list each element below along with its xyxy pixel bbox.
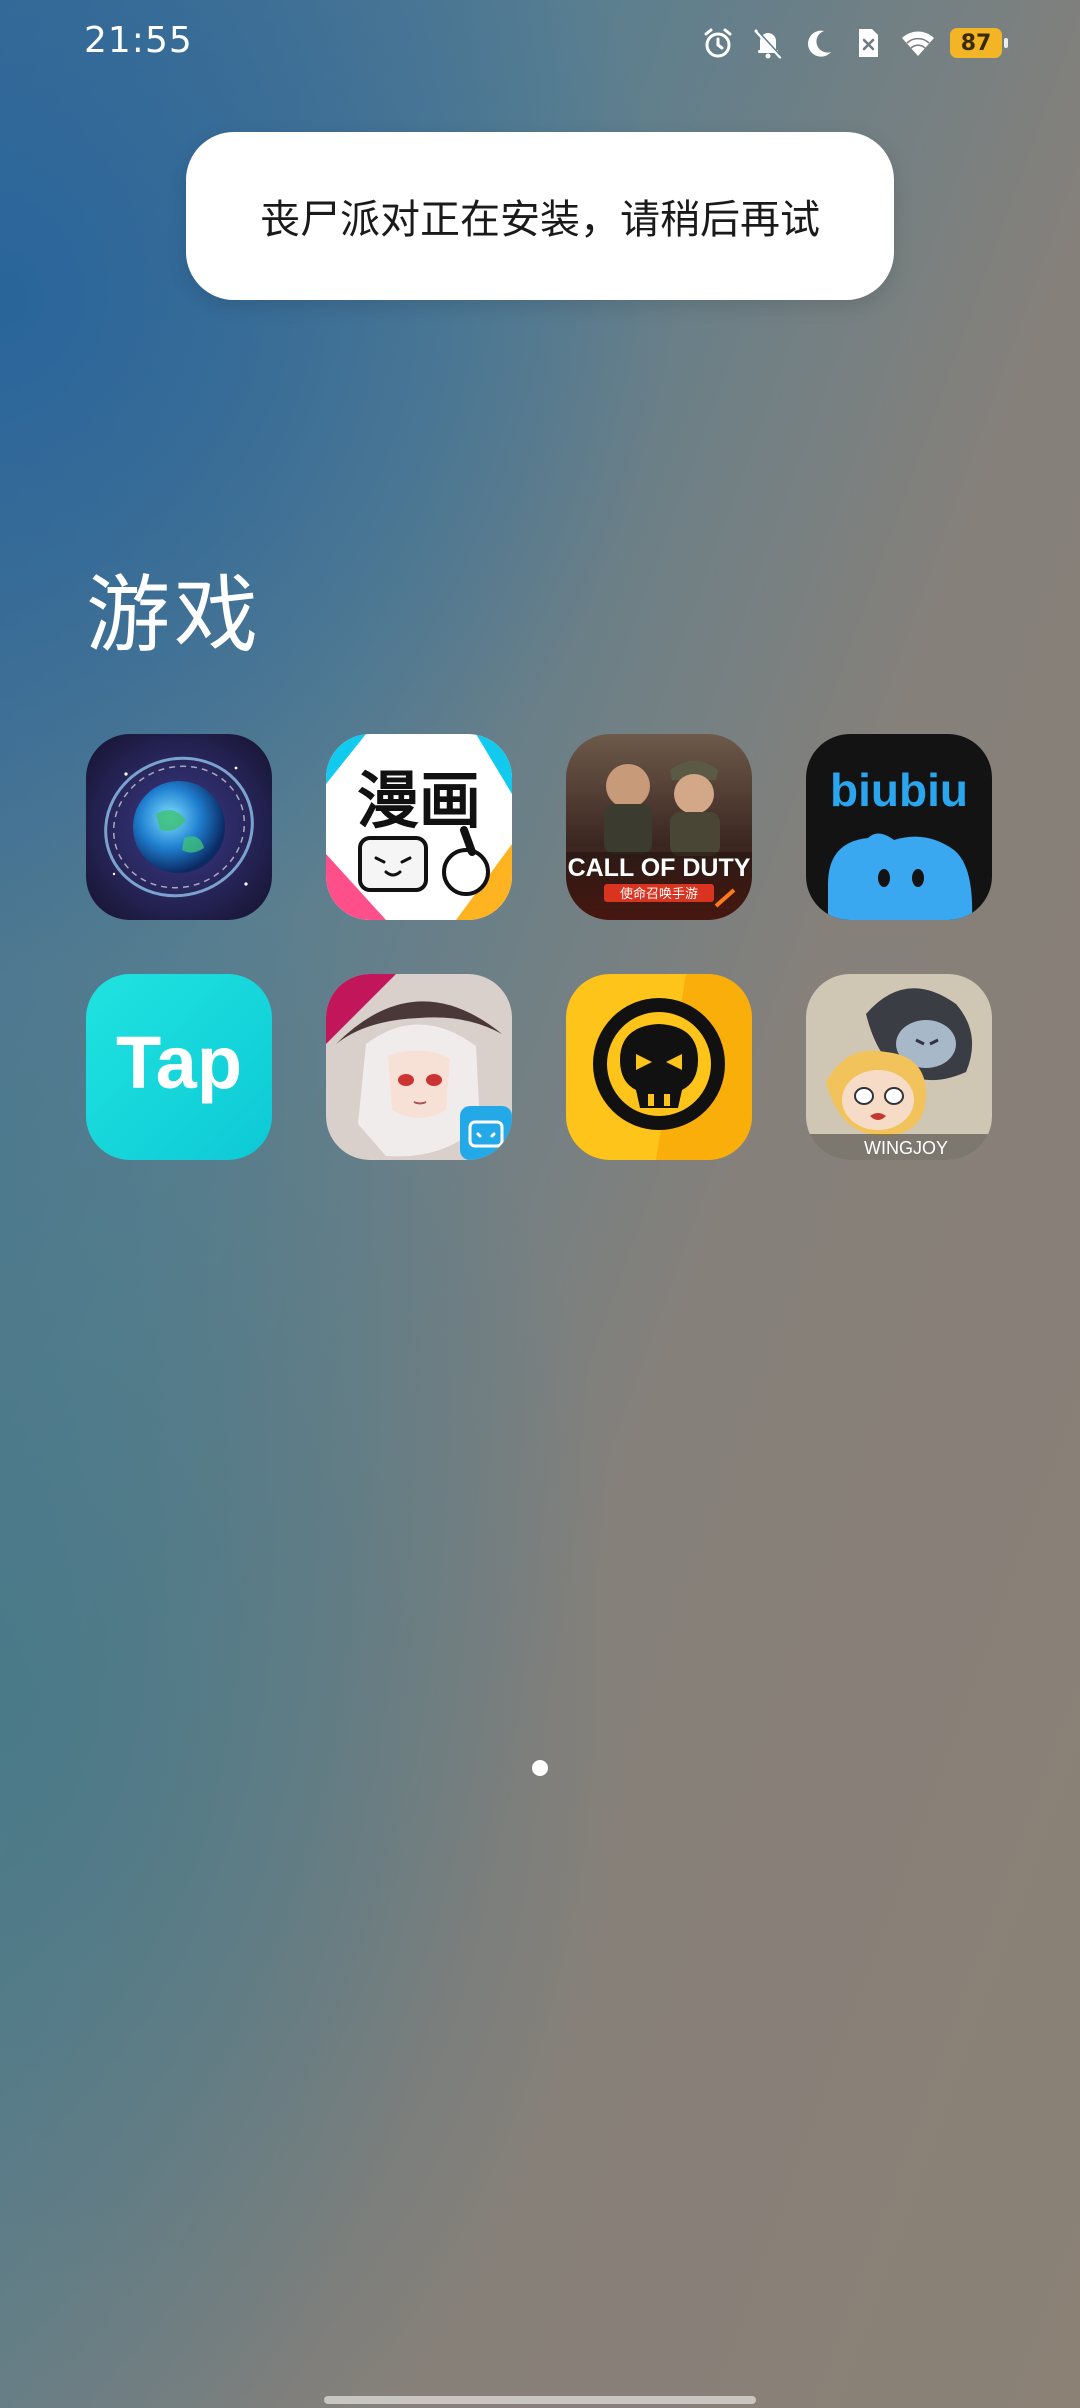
toast-notification: 丧尸派对正在安装，请稍后再试 — [186, 132, 894, 300]
taptap-icon: Tap — [86, 974, 272, 1160]
page-indicator-dot — [532, 1760, 548, 1776]
app-icon-bilibili-comics[interactable]: 漫画 — [326, 734, 512, 920]
app-icon-planet-game[interactable] — [86, 734, 272, 920]
home-screen: 21:55 87 丧尸派对正在安装，请稍后再试 游戏 漫画 CALL OF DU… — [0, 0, 1080, 2408]
app-icon-taptap[interactable]: Tap — [86, 974, 272, 1160]
battery-icon: 87 — [950, 28, 1008, 58]
biubiu-icon: biubiu — [806, 734, 992, 920]
moon-icon — [808, 30, 831, 57]
sim-off-icon — [859, 29, 878, 57]
status-icons: 87 — [700, 24, 1008, 62]
wingjoy-chibi-game-icon: WINGJOY — [806, 974, 992, 1160]
app-icon-call-of-duty[interactable]: CALL OF DUTY 使命召唤手游 — [566, 734, 752, 920]
app-icon-wingjoy-game[interactable]: WINGJOY — [806, 974, 992, 1160]
wifi-icon — [902, 31, 934, 56]
folder-title[interactable]: 游戏 — [86, 548, 262, 669]
battery-level: 87 — [960, 30, 992, 56]
status-time: 21:55 — [84, 20, 193, 61]
call-of-duty-mobile-icon: CALL OF DUTY 使命召唤手游 — [566, 734, 752, 920]
toast-message: 丧尸派对正在安装，请稍后再试 — [260, 197, 820, 243]
app-icon-biubiu[interactable]: biubiu — [806, 734, 992, 920]
anime-girl-game-icon — [326, 974, 512, 1160]
brawl-stars-icon — [566, 974, 752, 1160]
cosmic-planet-game-icon — [86, 734, 272, 920]
svg-text:漫画: 漫画 — [357, 764, 481, 837]
svg-text:Tap: Tap — [116, 1021, 242, 1104]
mute-icon — [754, 29, 783, 59]
svg-text:使命召唤手游: 使命召唤手游 — [620, 886, 698, 902]
app-icon-brawl-stars[interactable] — [566, 974, 752, 1160]
bilibili-comics-icon: 漫画 — [326, 734, 512, 920]
svg-text:biubiu: biubiu — [830, 764, 968, 816]
svg-text:CALL OF DUTY: CALL OF DUTY — [568, 854, 751, 882]
app-icon-anime-girl-game[interactable] — [326, 974, 512, 1160]
home-gesture-bar[interactable] — [324, 2396, 756, 2404]
status-bar: 21:55 87 — [0, 0, 1080, 84]
alarm-icon — [704, 28, 732, 58]
svg-text:WINGJOY: WINGJOY — [864, 1138, 948, 1158]
